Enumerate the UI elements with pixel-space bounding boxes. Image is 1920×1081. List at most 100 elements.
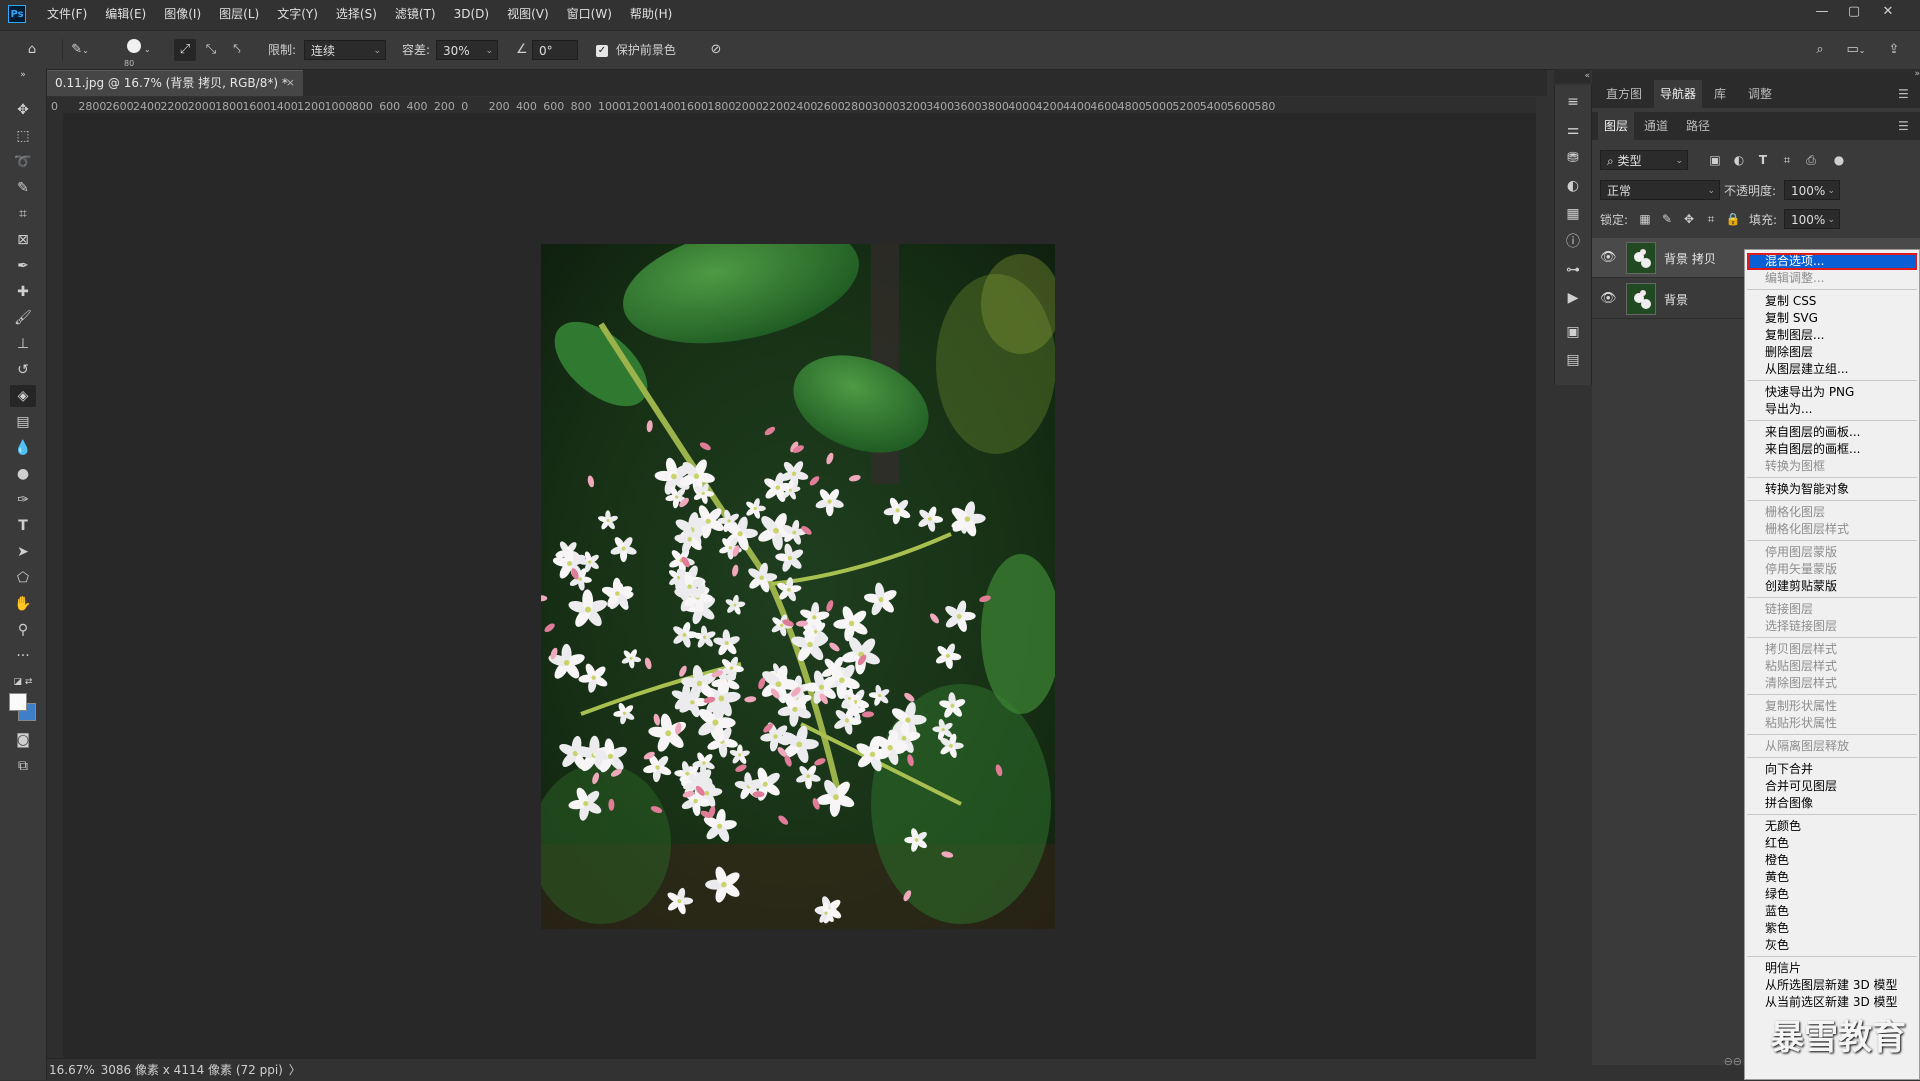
background-eraser-preset-icon[interactable]: ✎⌄ — [62, 39, 97, 61]
notes-icon[interactable]: ▤ — [1561, 349, 1585, 371]
lock-position-icon[interactable]: ✥ — [1680, 209, 1698, 229]
context-menu-item[interactable]: 粘贴形状属性 — [1765, 715, 1837, 732]
hand-tool-icon[interactable]: ✋ — [10, 593, 36, 615]
sampling-continuous-icon[interactable]: ⤢ — [174, 39, 196, 61]
context-menu-item[interactable]: 导出为... — [1765, 401, 1812, 418]
protect-foreground-checkbox[interactable]: ✓ — [596, 44, 608, 57]
zoom-level[interactable]: 16.67% — [49, 1063, 95, 1077]
angle-field[interactable]: 0° — [532, 40, 578, 60]
foreground-color-swatch[interactable] — [9, 693, 27, 711]
filter-adjustment-icon[interactable]: ◐ — [1730, 150, 1748, 170]
close-window-button[interactable]: ✕ — [1872, 0, 1904, 24]
context-menu-item[interactable]: 红色 — [1765, 835, 1789, 852]
context-menu-item[interactable]: 拷贝图层样式 — [1765, 641, 1837, 658]
context-menu-item[interactable]: 从当前选区新建 3D 模型 — [1765, 994, 1898, 1011]
context-menu-item[interactable]: 灰色 — [1765, 937, 1789, 954]
marquee-tool-icon[interactable]: ⬚ — [10, 125, 36, 147]
crop-tool-icon[interactable]: ⌗ — [10, 203, 36, 225]
eyedropper-tool-icon[interactable]: ✒ — [10, 255, 36, 277]
workspace-icon[interactable]: ▭⌄ — [1840, 39, 1872, 61]
history-icon[interactable]: ▣ — [1561, 321, 1585, 343]
tab-paths[interactable]: 路径 — [1680, 112, 1716, 140]
context-menu-item[interactable]: 从所选图层新建 3D 模型 — [1765, 977, 1898, 994]
default-colors-icon[interactable]: ◪ ⇄ — [10, 671, 36, 693]
blur-tool-icon[interactable]: 💧 — [10, 437, 36, 459]
clone-source-icon[interactable]: ⊶ — [1561, 259, 1585, 281]
context-menu-item[interactable]: 转换为图框 — [1765, 458, 1825, 475]
context-menu-item[interactable]: 来自图层的画板... — [1765, 424, 1860, 441]
type-tool-icon[interactable]: T — [10, 515, 36, 537]
menu-item[interactable]: 图像(I) — [155, 0, 210, 28]
collapse-toolbar-icon[interactable]: » — [10, 69, 36, 81]
properties-icon[interactable]: ⛃ — [1561, 147, 1585, 169]
frame-tool-icon[interactable]: ⊠ — [10, 229, 36, 251]
menu-item[interactable]: 视图(V) — [498, 0, 558, 28]
context-menu-item[interactable]: 绿色 — [1765, 886, 1789, 903]
lock-transparent-icon[interactable]: ▦ — [1636, 209, 1654, 229]
filter-shape-icon[interactable]: ⌗ — [1778, 150, 1796, 170]
context-menu-item[interactable]: 复制形状属性 — [1765, 698, 1837, 715]
menu-item[interactable]: 文字(Y) — [268, 0, 327, 28]
layer-filter-kind-select[interactable]: ⌕ 类型 ⌄ — [1600, 150, 1688, 170]
context-menu-item[interactable]: 从隔离图层释放 — [1765, 738, 1849, 755]
tab-layers[interactable]: 图层 — [1598, 112, 1634, 140]
adjustments-sliders-icon[interactable]: ⚌ — [1561, 119, 1585, 141]
menu-item[interactable]: 编辑(E) — [96, 0, 155, 28]
context-menu-item[interactable]: 选择链接图层 — [1765, 618, 1837, 635]
limit-select[interactable]: 连续 ⌄ — [304, 40, 386, 60]
tab-navigator[interactable]: 导航器 — [1654, 80, 1702, 108]
dodge-tool-icon[interactable]: ● — [10, 463, 36, 485]
context-menu-item[interactable]: 粘贴图层样式 — [1765, 658, 1837, 675]
lock-artboard-icon[interactable]: ⌗ — [1702, 209, 1720, 229]
context-menu-item[interactable]: 栅格化图层样式 — [1765, 521, 1849, 538]
tab-adjustments[interactable]: 调整 — [1740, 80, 1780, 108]
edit-toolbar-icon[interactable]: ··· — [10, 645, 36, 667]
context-menu-item[interactable]: 复制图层... — [1765, 327, 1824, 344]
link-layers-icon[interactable]: ⊖⊖ — [1592, 1052, 1742, 1072]
filter-smart-object-icon[interactable]: ⎙ — [1802, 150, 1820, 170]
collapse-panels-icon[interactable]: » — [1592, 69, 1920, 80]
document-image[interactable] — [541, 244, 1055, 929]
healing-brush-tool-icon[interactable]: ✚ — [10, 281, 36, 303]
menu-item[interactable]: 窗口(W) — [558, 0, 621, 28]
filter-toggle-icon[interactable]: ● — [1830, 150, 1848, 170]
search-icon[interactable]: ⌕ — [1808, 39, 1832, 61]
menu-item[interactable]: 文件(F) — [38, 0, 96, 28]
zoom-tool-icon[interactable]: ⚲ — [10, 619, 36, 641]
context-menu-item[interactable]: 转换为智能对象 — [1765, 481, 1849, 498]
color-icon[interactable]: ◐ — [1561, 175, 1585, 197]
pen-tool-icon[interactable]: ✑ — [10, 489, 36, 511]
document-size-info[interactable]: 3086 像素 x 4114 像素 (72 ppi) — [101, 1063, 283, 1077]
context-menu-item[interactable]: 从图层建立组... — [1765, 361, 1848, 378]
context-menu-item[interactable]: 停用图层蒙版 — [1765, 544, 1837, 561]
menu-item[interactable]: 选择(S) — [327, 0, 386, 28]
pressure-size-icon[interactable]: ⊘ — [704, 39, 728, 61]
move-tool-icon[interactable]: ✥ — [10, 99, 36, 121]
minimize-button[interactable]: — — [1806, 0, 1838, 24]
context-menu-item[interactable]: 混合选项... — [1765, 253, 1824, 270]
context-menu-item[interactable]: 栅格化图层 — [1765, 504, 1825, 521]
context-menu-item[interactable]: 停用矢量蒙版 — [1765, 561, 1837, 578]
context-menu-item[interactable]: 创建剪贴蒙版 — [1765, 578, 1837, 595]
context-menu-item[interactable]: 蓝色 — [1765, 903, 1789, 920]
sampling-background-swatch-icon[interactable]: ⤣ — [226, 39, 248, 61]
blend-mode-select[interactable]: 正常 ⌄ — [1600, 180, 1720, 200]
context-menu-item[interactable]: 橙色 — [1765, 852, 1789, 869]
visibility-eye-icon[interactable]: 👁 — [1600, 291, 1617, 306]
tab-libraries[interactable]: 库 — [1708, 80, 1732, 108]
swatches-icon[interactable]: ▦ — [1561, 203, 1585, 225]
filter-pixel-icon[interactable]: ▣ — [1706, 150, 1724, 170]
maximize-button[interactable]: ▢ — [1838, 0, 1870, 24]
background-eraser-tool-icon[interactable]: ◈ — [10, 385, 36, 407]
filter-type-icon[interactable]: T — [1754, 150, 1772, 170]
context-menu-item[interactable]: 紫色 — [1765, 920, 1789, 937]
menu-item[interactable]: 3D(D) — [445, 0, 498, 28]
collapse-dock-icon[interactable]: « — [1554, 69, 1590, 83]
path-selection-tool-icon[interactable]: ➤ — [10, 541, 36, 563]
clone-stamp-tool-icon[interactable]: ⊥ — [10, 333, 36, 355]
context-menu-item[interactable]: 明信片 — [1765, 960, 1801, 977]
actions-play-icon[interactable]: ▶ — [1561, 287, 1585, 309]
history-brush-tool-icon[interactable]: ↺ — [10, 359, 36, 381]
context-menu-item[interactable]: 清除图层样式 — [1765, 675, 1837, 692]
sampling-once-icon[interactable]: ⤡ — [200, 39, 222, 61]
